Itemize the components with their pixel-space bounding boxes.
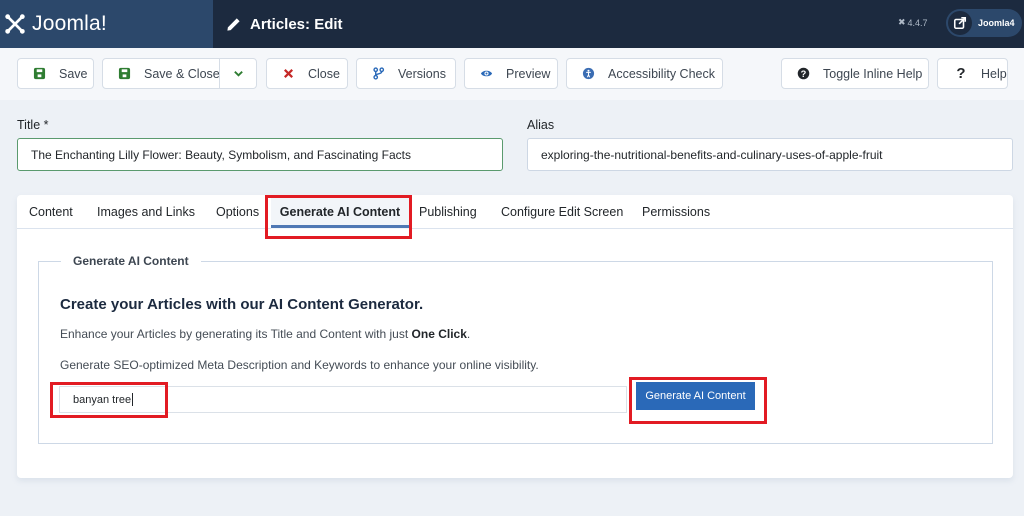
joomla-logo[interactable]: Joomla! [0, 0, 213, 48]
ai-description: Enhance your Articles by generating its … [60, 327, 470, 341]
version-number: 4.4.7 [907, 17, 928, 28]
question-icon: ? [956, 65, 966, 82]
editor-panel: Content Images and Links Options Generat… [17, 195, 1013, 478]
joomla-icon [5, 14, 25, 34]
save-close-button[interactable]: Save & Close [102, 58, 257, 89]
ai-topic-input[interactable]: banyan tree [59, 386, 627, 413]
ai-description-bold: One Click [411, 327, 467, 341]
chevron-down-icon [233, 71, 243, 77]
save-button[interactable]: Save [17, 58, 94, 89]
ai-topic-value: banyan tree [73, 393, 132, 406]
accessibility-icon [581, 67, 595, 81]
ai-seo-description: Generate SEO-optimized Meta Description … [60, 358, 539, 372]
svg-text:?: ? [800, 69, 806, 79]
accessibility-check-button[interactable]: Accessibility Check [566, 58, 723, 89]
versions-button[interactable]: Versions [356, 58, 456, 89]
toggle-help-label: Toggle Inline Help [823, 66, 923, 81]
preview-button[interactable]: Preview [464, 58, 558, 89]
tab-content[interactable]: Content [17, 195, 85, 229]
close-icon [281, 67, 295, 81]
eye-icon [479, 67, 493, 81]
alias-input[interactable]: exploring-the-nutritional-benefits-and-c… [527, 138, 1013, 171]
ai-content-fieldset: Generate AI Content Create your Articles… [38, 254, 993, 444]
title-input[interactable]: The Enchanting Lilly Flower: Beauty, Sym… [17, 138, 503, 171]
save-icon [117, 67, 131, 81]
tab-bar: Content Images and Links Options Generat… [17, 195, 1013, 229]
external-link-icon [948, 11, 972, 35]
toggle-inline-help-button[interactable]: ? Toggle Inline Help [781, 58, 929, 89]
accessibility-label: Accessibility Check [608, 66, 715, 81]
save-icon [32, 67, 46, 81]
ai-description-end: . [466, 327, 471, 341]
top-header: Joomla! Articles: Edit ✖ 4.4.7 Joomla4 [0, 0, 1024, 48]
question-circle-icon: ? [796, 67, 810, 81]
code-branch-icon [371, 67, 385, 81]
user-name: Joomla4 [978, 18, 1015, 28]
brand-name: Joomla! [32, 12, 107, 35]
generate-ai-content-button[interactable]: Generate AI Content [636, 382, 755, 410]
tab-options[interactable]: Options [204, 195, 271, 229]
tab-publishing[interactable]: Publishing [407, 195, 489, 229]
ai-description-text: Enhance your Articles by generating its … [60, 327, 412, 341]
help-button[interactable]: ? Help [937, 58, 1008, 89]
preview-label: Preview [506, 66, 551, 81]
version-info: ✖ 4.4.7 [898, 17, 928, 28]
ai-heading: Create your Articles with our AI Content… [60, 296, 424, 313]
close-button[interactable]: Close [266, 58, 348, 89]
tab-permissions[interactable]: Permissions [630, 195, 722, 229]
joomla-small-icon: ✖ [898, 17, 906, 27]
close-label: Close [308, 66, 340, 81]
tab-images-links[interactable]: Images and Links [85, 195, 207, 229]
pencil-icon [227, 17, 240, 31]
user-menu-button[interactable]: Joomla4 [946, 9, 1022, 37]
save-options-dropdown[interactable] [219, 59, 256, 88]
alias-label: Alias [527, 118, 555, 132]
toolbar: Save Save & Close Close Versions Preview… [0, 48, 1024, 100]
page-title-text: Articles: Edit [250, 15, 343, 33]
save-label: Save [59, 66, 88, 81]
title-label: Title * [17, 118, 49, 132]
tab-generate-ai-content[interactable]: Generate AI Content [271, 195, 409, 229]
versions-label: Versions [398, 66, 446, 81]
save-close-label: Save & Close [144, 66, 220, 81]
help-label: Help [981, 66, 1007, 81]
text-cursor [132, 393, 134, 406]
tab-configure-edit-screen[interactable]: Configure Edit Screen [489, 195, 635, 229]
page-title: Articles: Edit [226, 0, 343, 48]
fieldset-legend: Generate AI Content [61, 254, 201, 268]
